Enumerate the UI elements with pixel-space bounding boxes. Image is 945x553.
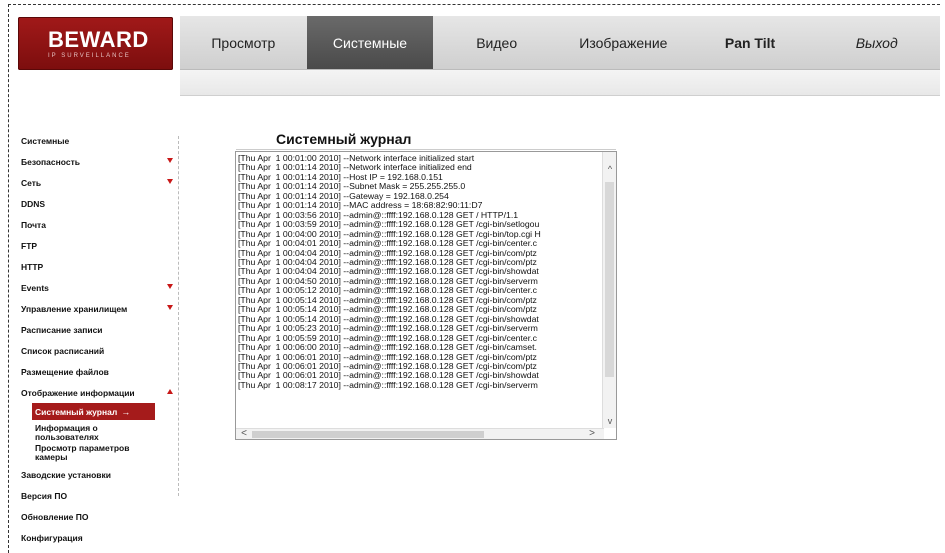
sidebar-item-2[interactable]: Сеть bbox=[18, 172, 178, 193]
sidebar-item-label: Отображение информации bbox=[21, 387, 135, 398]
sidebar-item-label: Расписание записи bbox=[21, 324, 103, 335]
sidebar-item-label: Управление хранилищем bbox=[21, 303, 128, 314]
log-vertical-scrollbar[interactable]: ^ v bbox=[602, 152, 616, 428]
vertical-scroll-thumb[interactable] bbox=[605, 182, 614, 377]
nav-tab-2[interactable]: Видео bbox=[433, 16, 560, 69]
sidebar-item-4[interactable]: Почта bbox=[18, 214, 178, 235]
scroll-down-icon[interactable]: v bbox=[603, 414, 616, 428]
page-border-top bbox=[8, 4, 940, 5]
page-border-left bbox=[8, 4, 9, 553]
nav-tab-3[interactable]: Изображение bbox=[560, 16, 687, 69]
sidebar-item-after-3[interactable]: Конфигурация bbox=[18, 527, 178, 548]
expand-arrow-icon[interactable] bbox=[167, 305, 173, 310]
sidebar-item-0[interactable]: Системные bbox=[18, 130, 178, 151]
system-log-text: [Thu Apr 1 00:01:00 2010] --Network inte… bbox=[238, 154, 604, 428]
sidebar-item-8[interactable]: Управление хранилищем bbox=[18, 298, 178, 319]
sidebar-item-label: FTP bbox=[21, 240, 38, 251]
collapse-arrow-icon[interactable] bbox=[167, 389, 173, 394]
sidebar-item-11[interactable]: Размещение файлов bbox=[18, 361, 178, 382]
log-line: [Thu Apr 1 00:08:17 2010] --admin@::ffff… bbox=[238, 379, 538, 390]
nav-tab-5[interactable]: Выход bbox=[813, 16, 940, 69]
top-nav: Просмотр Системные Видео Изображение Pan Til… bbox=[180, 16, 940, 70]
logo-brand: BEWARD bbox=[48, 27, 149, 52]
sidebar-item-1[interactable]: Безопасность bbox=[18, 151, 178, 172]
sidebar-item-12[interactable]: Отображение информации bbox=[18, 382, 178, 403]
horizontal-scroll-thumb[interactable] bbox=[252, 431, 484, 438]
sidebar-item-label: Системные bbox=[21, 135, 70, 146]
sidebar-item-9[interactable]: Расписание записи bbox=[18, 319, 178, 340]
sidebar-item-label: Events bbox=[21, 282, 49, 293]
sidebar-divider bbox=[178, 136, 179, 496]
log-horizontal-scrollbar[interactable]: < > bbox=[236, 428, 604, 439]
sidebar: Системные Безопасность Сеть DDNS Почта FTP HTT… bbox=[18, 130, 178, 548]
sub-nav-bar bbox=[180, 70, 940, 96]
sidebar-item-label: Сеть bbox=[21, 177, 42, 188]
sidebar-item-label: DDNS bbox=[21, 198, 46, 209]
sidebar-item-10[interactable]: Список расписаний bbox=[18, 340, 178, 361]
nav-tab-0[interactable]: Просмотр bbox=[180, 16, 307, 69]
scroll-up-icon[interactable]: ^ bbox=[603, 162, 616, 176]
nav-tab-1[interactable]: Системные bbox=[306, 16, 434, 69]
sidebar-item-after-2[interactable]: Обновление ПО bbox=[18, 506, 178, 527]
system-log-box[interactable]: [Thu Apr 1 00:01:00 2010] --Network inte… bbox=[235, 151, 617, 440]
scroll-right-icon[interactable]: > bbox=[586, 428, 598, 439]
sidebar-item-after-1[interactable]: Версия ПО bbox=[18, 485, 178, 506]
sidebar-item-after-0[interactable]: Заводские установки bbox=[18, 464, 178, 485]
nav-tab-4[interactable]: Pan Tilt bbox=[687, 16, 814, 69]
scroll-left-icon[interactable]: < bbox=[238, 428, 250, 439]
beward-logo: BEWARD IP SURVEILLANCE bbox=[18, 17, 173, 70]
logo-tagline: IP SURVEILLANCE bbox=[48, 53, 131, 59]
sidebar-item-label: Список расписаний bbox=[21, 345, 105, 356]
sidebar-subitem-system-log[interactable]: Системный журнал → bbox=[32, 403, 155, 420]
expand-arrow-icon[interactable] bbox=[167, 284, 173, 289]
sidebar-item-label: Размещение файлов bbox=[21, 366, 109, 377]
sidebar-subitem-1[interactable]: Информация о пользователях bbox=[32, 424, 142, 442]
page-title: Системный журнал bbox=[276, 131, 412, 147]
sidebar-item-3[interactable]: DDNS bbox=[18, 193, 178, 214]
sidebar-item-5[interactable]: FTP bbox=[18, 235, 178, 256]
expand-arrow-icon[interactable] bbox=[167, 179, 173, 184]
sidebar-subitem-label: Системный журнал bbox=[35, 406, 118, 417]
sidebar-item-label: HTTP bbox=[21, 261, 44, 272]
sidebar-item-6[interactable]: HTTP bbox=[18, 256, 178, 277]
sidebar-subitem-2[interactable]: Просмотр параметров камеры bbox=[32, 444, 142, 462]
sidebar-item-7[interactable]: Events bbox=[18, 277, 178, 298]
sidebar-item-label: Безопасность bbox=[21, 156, 80, 167]
arrow-right-icon: → bbox=[121, 406, 131, 417]
title-underline bbox=[236, 149, 616, 150]
expand-arrow-icon[interactable] bbox=[167, 158, 173, 163]
sidebar-item-label: Почта bbox=[21, 219, 46, 230]
